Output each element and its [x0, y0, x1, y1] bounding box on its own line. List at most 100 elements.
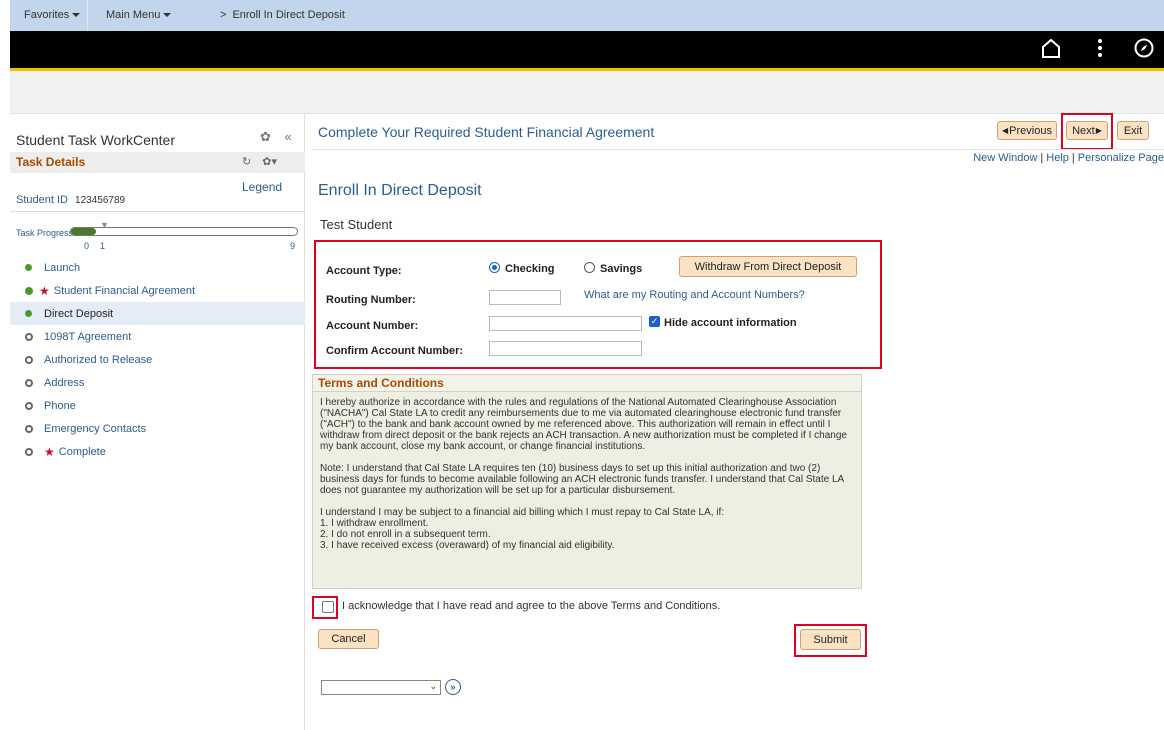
gear-dropdown-icon[interactable]: ✿▾ [262, 156, 277, 168]
routing-number-label: Routing Number: [326, 294, 416, 306]
terms-text: I hereby authorize in accordance with th… [320, 397, 860, 551]
task-progress-fill [71, 228, 96, 235]
required-star-icon: ★ [44, 444, 55, 459]
exit-button[interactable]: Exit [1117, 121, 1149, 140]
chevron-down-icon [163, 13, 172, 17]
step-authorized-to-release[interactable]: Authorized to Release [10, 348, 305, 371]
progress-start: 0 [84, 241, 90, 251]
withdraw-button[interactable]: Withdraw From Direct Deposit [679, 256, 857, 277]
progress-current: 1 [100, 241, 106, 251]
acknowledge-label[interactable]: I acknowledge that I have read and agree… [342, 600, 720, 612]
legend-link[interactable]: Legend [242, 180, 282, 194]
routing-help-link[interactable]: What are my Routing and Account Numbers? [584, 289, 805, 301]
breadcrumb-current[interactable]: Enroll In Direct Deposit [232, 9, 345, 21]
student-name: Test Student [320, 217, 393, 232]
divider [311, 149, 1164, 150]
divider: | [1040, 152, 1044, 164]
step-label: Address [44, 376, 85, 389]
task-step-list: Launch ★ Student Financial Agreement Dir… [10, 256, 305, 463]
checking-label[interactable]: Checking [505, 263, 555, 275]
chevron-down-icon [72, 13, 81, 17]
next-highlight [1061, 113, 1113, 150]
favorites-menu[interactable]: Favorites [10, 0, 87, 21]
done-dot-icon [25, 264, 32, 271]
hide-account-checkbox[interactable]: ✓ [649, 316, 660, 327]
favorites-label: Favorites [24, 9, 70, 21]
step-label: Launch [44, 261, 81, 274]
section-heading: Enroll In Direct Deposit [318, 182, 482, 199]
step-direct-deposit[interactable]: Direct Deposit [10, 302, 305, 325]
cancel-button[interactable]: Cancel [318, 629, 379, 649]
new-window-link[interactable]: New Window [973, 152, 1037, 164]
required-star-icon: ★ [39, 283, 50, 298]
account-number-label: Account Number: [326, 320, 419, 332]
savings-radio[interactable] [584, 262, 595, 273]
next-circle-icon[interactable]: » [445, 679, 461, 695]
header-bar [10, 31, 1164, 68]
kebab-menu-icon[interactable] [1095, 37, 1105, 59]
collapse-icon[interactable]: « [285, 129, 292, 144]
checking-radio[interactable] [489, 262, 500, 273]
home-icon[interactable] [1040, 37, 1062, 59]
step-student-financial-agreement[interactable]: ★ Student Financial Agreement [10, 279, 305, 302]
acknowledge-checkbox[interactable] [322, 601, 334, 613]
main-menu[interactable]: Main Menu [88, 0, 210, 21]
previous-label: Previous [1009, 124, 1052, 137]
step-label: Direct Deposit [44, 307, 114, 320]
toolbar-strip [10, 71, 1164, 114]
pending-circle-icon [25, 424, 33, 433]
step-label: Student Financial Agreement [53, 284, 196, 297]
confirm-account-input[interactable] [489, 341, 642, 356]
breadcrumb: > Enroll In Direct Deposit [210, 0, 345, 21]
pending-circle-icon [25, 355, 33, 364]
current-dot-icon [25, 310, 32, 317]
step-address[interactable]: Address [10, 371, 305, 394]
step-label: 1098T Agreement [44, 330, 132, 343]
progress-end: 9 [290, 241, 296, 251]
step-complete[interactable]: ★ Complete [10, 440, 305, 463]
terms-panel: Terms and Conditions I hereby authorize … [312, 374, 862, 589]
terms-paragraph: I understand I may be subject to a finan… [320, 507, 725, 518]
task-progress-label: Task Progress [16, 228, 74, 238]
exit-label: Exit [1123, 124, 1143, 137]
panel-header-icons: ✿ « [260, 129, 292, 145]
submit-label: Submit [813, 633, 848, 646]
terms-item: 2. I do not enroll in a subsequent term. [320, 529, 491, 540]
top-nav-bar: Favorites Main Menu > Enroll In Direct D… [10, 0, 1164, 31]
step-phone[interactable]: Phone [10, 394, 305, 417]
step-emergency-contacts[interactable]: Emergency Contacts [10, 417, 305, 440]
account-number-input[interactable] [489, 316, 642, 331]
step-label: Authorized to Release [44, 353, 153, 366]
terms-paragraph: I hereby authorize in accordance with th… [320, 397, 847, 452]
step-1098t-agreement[interactable]: 1098T Agreement [10, 325, 305, 348]
pending-circle-icon [25, 447, 33, 456]
hide-account-label: Hide account information [664, 317, 797, 329]
submit-button[interactable]: Submit [800, 629, 861, 650]
settings-icon[interactable]: ✿ [260, 129, 271, 144]
pending-circle-icon [25, 401, 33, 410]
personalize-page-link[interactable]: Personalize Page [1078, 152, 1164, 164]
checkmark-icon [25, 286, 33, 295]
terms-item: 3. I have received excess (overaward) of… [320, 540, 615, 551]
page-links: New Window | Help | Personalize Page [973, 152, 1164, 164]
page-title: Complete Your Required Student Financial… [318, 124, 655, 140]
account-type-label: Account Type: [326, 265, 402, 277]
previous-button[interactable]: ◀ Previous [997, 121, 1057, 140]
refresh-icon[interactable]: ↻ [242, 156, 251, 168]
cancel-label: Cancel [331, 633, 366, 645]
pending-circle-icon [25, 378, 33, 387]
terms-paragraph: Note: I understand that Cal State LA req… [320, 463, 844, 496]
step-label: Phone [44, 399, 76, 412]
step-launch[interactable]: Launch [10, 256, 305, 279]
help-link[interactable]: Help [1046, 152, 1069, 164]
student-id: Student ID 123456789 [16, 194, 125, 206]
terms-item: 1. I withdraw enrollment. [320, 518, 429, 529]
workcenter-title: Student Task WorkCenter [16, 132, 176, 148]
savings-label[interactable]: Savings [600, 263, 642, 275]
action-select[interactable]: ⌄ [321, 680, 441, 695]
chevron-down-icon: ⌄ [429, 681, 437, 691]
student-id-value: 123456789 [75, 195, 126, 206]
routing-number-input[interactable] [489, 290, 561, 305]
step-label: Complete [58, 445, 106, 458]
compass-icon[interactable] [1133, 37, 1155, 59]
